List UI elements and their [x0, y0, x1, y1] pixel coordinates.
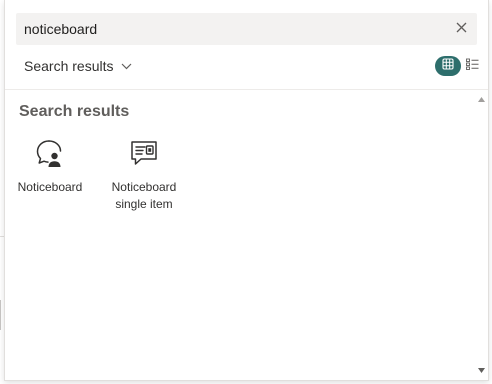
- results-heading: Search results: [19, 103, 130, 120]
- panel-pointer: [236, 0, 256, 2]
- scroll-up-arrow-icon[interactable]: [477, 95, 485, 103]
- filter-dropdown[interactable]: Search results: [24, 54, 132, 78]
- grid-view-button[interactable]: [435, 56, 461, 76]
- clear-search-button[interactable]: [447, 15, 475, 43]
- close-icon: [456, 20, 467, 38]
- noticeboard-single-item-icon: [128, 138, 160, 170]
- filter-dropdown-label: Search results: [24, 58, 114, 74]
- webpart-tile-noticeboard[interactable]: Noticeboard: [10, 138, 90, 196]
- webpart-tile-noticeboard-single-item[interactable]: Noticeboard single item: [104, 138, 184, 213]
- webpart-picker-panel: Search results: [4, 0, 489, 381]
- search-input[interactable]: [16, 13, 447, 45]
- view-toggle: [435, 56, 480, 76]
- webpart-tile-label: Noticeboard: [17, 180, 83, 194]
- results-area: Search results Noticeboard Noticeboard s…: [5, 90, 475, 380]
- results-scrollbar[interactable]: [476, 90, 486, 380]
- webpart-tile-label: Noticeboard single item: [111, 180, 177, 211]
- list-view-icon: [465, 57, 479, 75]
- list-view-button[interactable]: [464, 56, 480, 76]
- search-box: [16, 13, 477, 45]
- scroll-down-arrow-icon[interactable]: [477, 366, 485, 374]
- picker-toolbar: Search results: [16, 52, 480, 80]
- noticeboard-icon: [34, 138, 66, 170]
- chevron-down-icon: [121, 63, 132, 70]
- grid-view-icon: [442, 57, 454, 75]
